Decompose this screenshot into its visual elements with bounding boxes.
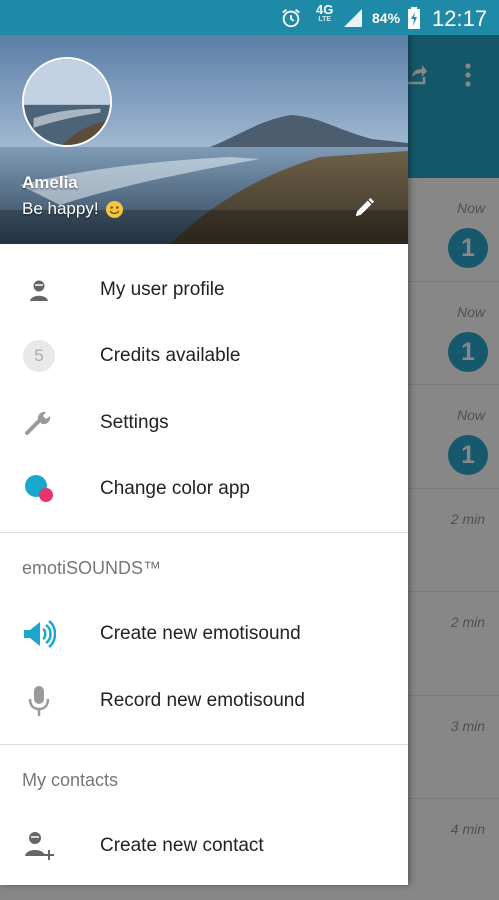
menu-item-create-contact[interactable]: Create new contact <box>0 813 408 879</box>
battery-percent: 84% <box>372 10 401 26</box>
menu-item-label: My user profile <box>100 279 225 300</box>
credits-count: 5 <box>23 340 55 372</box>
network-type: 4G <box>316 2 334 17</box>
status-bar: 4G LTE 84% 12:17 <box>0 0 499 35</box>
user-status: Be happy! <box>22 199 99 218</box>
menu-item-label: Change color app <box>100 478 250 499</box>
menu-item-change-color[interactable]: Change color app <box>0 456 408 522</box>
menu-item-create-emotisound[interactable]: Create new emotisound <box>0 601 408 667</box>
credits-icon: 5 <box>22 339 56 373</box>
section-title-contacts: My contacts <box>22 770 119 790</box>
battery-charging-icon <box>408 7 420 29</box>
avatar-image <box>24 59 110 145</box>
smiley-icon <box>105 200 123 218</box>
menu-item-label: Create new emotisound <box>100 623 301 644</box>
wrench-icon <box>22 406 56 440</box>
drawer-header: Amelia Be happy! <box>0 35 408 244</box>
add-contact-icon <box>22 829 56 863</box>
user-profile-icon <box>22 273 56 307</box>
avatar[interactable] <box>22 57 112 147</box>
alarm-icon <box>282 9 300 28</box>
edit-icon[interactable] <box>353 197 375 219</box>
network-subtype: LTE <box>318 16 332 23</box>
menu-item-label: Record new emotisound <box>100 690 305 711</box>
clock: 12:17 <box>432 6 488 31</box>
section-title-emotisounds: emotiSOUNDS™ <box>22 558 162 578</box>
menu-item-credits[interactable]: 5 Credits available <box>0 323 408 389</box>
menu-item-record-emotisound[interactable]: Record new emotisound <box>0 668 408 734</box>
speaker-icon <box>22 617 56 651</box>
color-dots-icon <box>22 472 56 506</box>
menu-item-label: Settings <box>100 412 169 433</box>
menu-item-label: Create new contact <box>100 835 264 856</box>
signal-icon <box>344 9 362 27</box>
user-status-line: Be happy! <box>22 199 124 219</box>
microphone-icon <box>22 684 56 718</box>
menu-item-label: Credits available <box>100 345 241 366</box>
menu-item-user-profile[interactable]: My user profile <box>0 257 408 323</box>
menu-item-settings[interactable]: Settings <box>0 390 408 456</box>
user-name: Amelia <box>22 173 78 192</box>
section-divider <box>0 744 408 745</box>
network-indicator: 4G LTE <box>316 3 333 24</box>
navigation-drawer: Amelia Be happy! My user profile 5 Credi… <box>0 35 408 885</box>
section-divider <box>0 532 408 533</box>
